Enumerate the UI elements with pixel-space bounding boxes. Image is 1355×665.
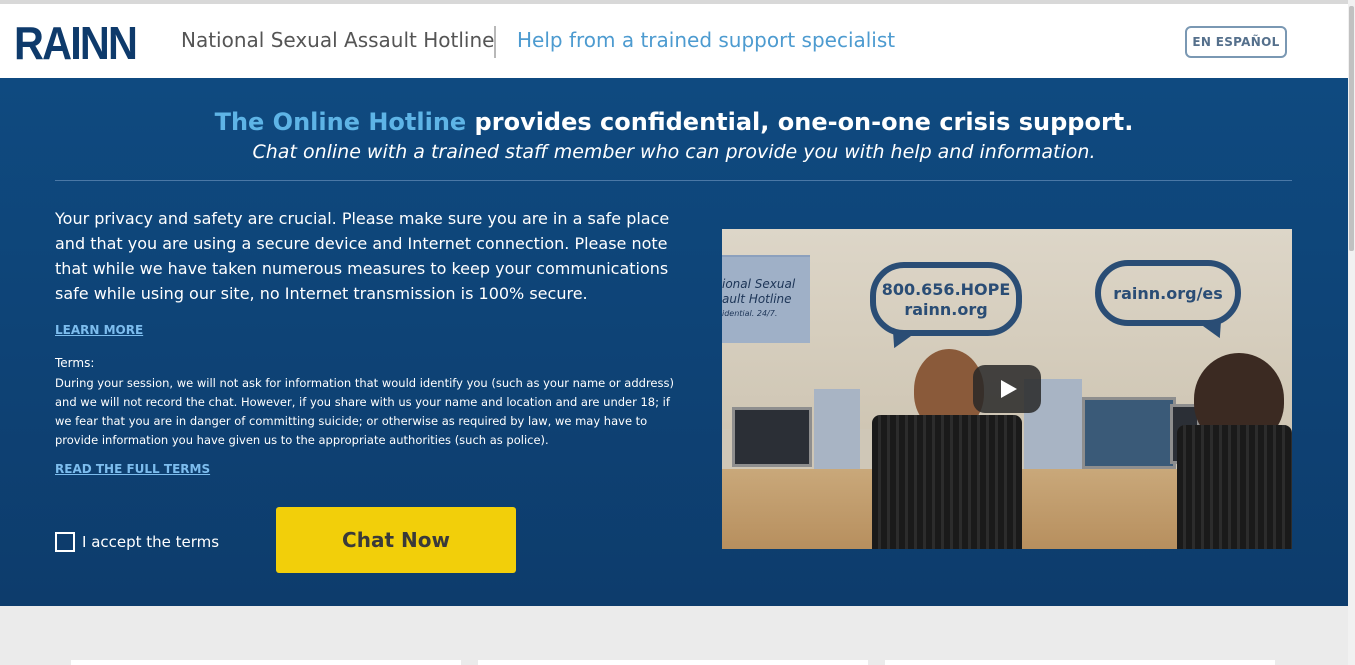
read-full-terms-link[interactable]: READ THE FULL TERMS — [55, 462, 210, 476]
content-card — [478, 660, 868, 665]
play-icon[interactable] — [973, 365, 1041, 413]
online-hotline-hero: The Online Hotline provides confidential… — [0, 78, 1348, 606]
header-tagline: National Sexual Assault Hotline — [181, 28, 495, 52]
video-speech-bubble-es: rainn.org/es — [1095, 260, 1241, 326]
sign-line-1: ional Sexual — [722, 277, 796, 291]
spanish-language-button[interactable]: EN ESPAÑOL — [1185, 26, 1287, 58]
sign-line-2: ault Hotline — [722, 292, 792, 306]
bubble-website: rainn.org — [904, 300, 988, 319]
video-hotline-sign: ional Sexual ault Hotline idential. 24/7… — [722, 255, 810, 343]
accept-terms-label[interactable]: I accept the terms — [82, 533, 219, 551]
video-monitor — [732, 407, 812, 467]
privacy-notice: Your privacy and safety are crucial. Ple… — [55, 209, 670, 303]
cubicle-partition — [814, 389, 860, 481]
bubble-phone-number: 800.656.HOPE — [881, 280, 1011, 299]
accept-terms-checkbox[interactable] — [55, 532, 75, 552]
video-monitor — [1082, 397, 1176, 469]
video-speech-bubble-phone: 800.656.HOPE rainn.org — [870, 262, 1022, 336]
bubble-es-website: rainn.org/es — [1113, 284, 1223, 303]
header-divider — [494, 26, 496, 58]
terms-label: Terms: — [55, 356, 95, 370]
hero-headline: The Online Hotline provides confidential… — [0, 108, 1348, 136]
hotline-video-player[interactable]: ional Sexual ault Hotline idential. 24/7… — [722, 229, 1292, 549]
headline-rest: provides confidential, one-on-one crisis… — [466, 108, 1134, 136]
content-card — [71, 660, 461, 665]
page-scrollbar[interactable] — [1348, 0, 1355, 665]
sign-line-3: idential. 24/7. — [722, 309, 778, 318]
video-chair — [1177, 425, 1292, 549]
terms-text: During your session, we will not ask for… — [55, 376, 674, 447]
rainn-logo[interactable]: RAINN — [14, 16, 138, 70]
learn-more-link[interactable]: LEARN MORE — [55, 323, 143, 337]
content-card — [885, 660, 1275, 665]
scrollbar-thumb[interactable] — [1349, 6, 1354, 251]
chat-now-button[interactable]: Chat Now — [276, 507, 516, 573]
headline-accent: The Online Hotline — [214, 108, 467, 136]
hero-divider — [55, 180, 1292, 181]
hero-subhead: Chat online with a trained staff member … — [252, 141, 1096, 163]
video-chair — [872, 415, 1022, 549]
play-triangle — [1001, 380, 1017, 398]
header-help-text: Help from a trained support specialist — [517, 28, 896, 52]
site-header: RAINN National Sexual Assault Hotline He… — [0, 4, 1348, 78]
